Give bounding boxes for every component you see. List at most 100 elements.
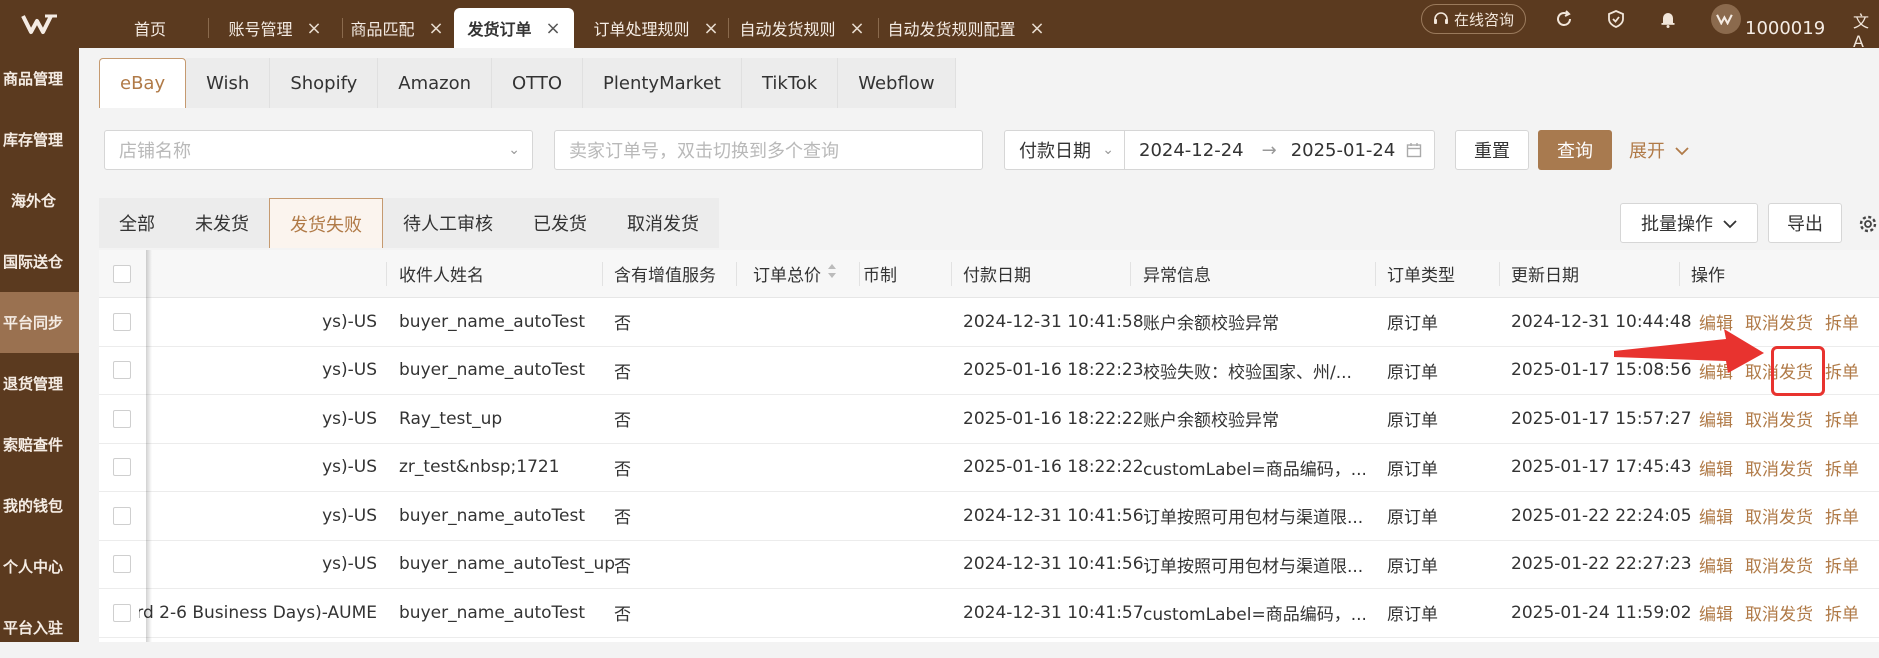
edit-button[interactable]: 编辑 xyxy=(1699,600,1733,625)
sidebar-item-products[interactable]: 商品管理 xyxy=(0,48,79,109)
split-order-button[interactable]: 拆单 xyxy=(1825,309,1859,334)
status-tab-ship-failed[interactable]: 发货失败 xyxy=(269,198,383,248)
batch-operations-dropdown[interactable]: 批量操作 xyxy=(1620,203,1758,243)
cancel-shipment-button[interactable]: 取消发货 xyxy=(1745,552,1813,577)
sidebar-item-label: 平台同步 xyxy=(3,314,64,332)
cancel-shipment-button[interactable]: 取消发货 xyxy=(1745,406,1813,431)
order-number-input[interactable]: 卖家订单号，双击切换到多个查询 xyxy=(554,130,983,170)
status-tab-all[interactable]: 全部 xyxy=(99,198,175,248)
tab-label: 订单处理规则 xyxy=(593,20,690,39)
split-order-button[interactable]: 拆单 xyxy=(1825,455,1859,480)
sidebar-item-intl-delivery[interactable]: 国际送仓 xyxy=(0,231,79,292)
row-checkbox[interactable] xyxy=(113,541,131,589)
sidebar-item-label: 商品管理 xyxy=(3,70,64,88)
tab-plentymarket[interactable]: PlentyMarket xyxy=(583,58,742,108)
tab-auto-ship-rules[interactable]: 自动发货规则 × xyxy=(728,8,876,48)
close-icon[interactable]: × xyxy=(545,18,560,39)
row-checkbox[interactable] xyxy=(113,492,131,540)
split-order-button[interactable]: 拆单 xyxy=(1825,406,1859,431)
select-all-checkbox[interactable] xyxy=(113,250,131,297)
tab-auto-ship-config[interactable]: 自动发货规则配置 × xyxy=(878,8,1054,48)
tab-amazon[interactable]: Amazon xyxy=(378,58,493,108)
tab-webflow[interactable]: Webflow xyxy=(838,58,956,108)
edit-button[interactable]: 编辑 xyxy=(1699,406,1733,431)
sidebar-item-inventory[interactable]: 库存管理 xyxy=(0,109,79,170)
split-order-button[interactable]: 拆单 xyxy=(1825,503,1859,528)
query-button[interactable]: 查询 xyxy=(1538,130,1612,170)
sidebar-item-platform-sync[interactable]: 平台同步 xyxy=(0,292,79,353)
edit-button[interactable]: 编辑 xyxy=(1699,503,1733,528)
sidebar-item-onboarding[interactable]: 平台入驻 xyxy=(0,597,79,658)
tab-ebay[interactable]: eBay xyxy=(99,58,187,108)
tab-home[interactable]: 首页 xyxy=(100,8,200,48)
sidebar-item-claims[interactable]: 索赔查件 xyxy=(0,414,79,475)
user-id[interactable]: 1000019 xyxy=(1745,18,1825,39)
status-tab-unshipped[interactable]: 未发货 xyxy=(175,198,269,248)
sidebar-item-label: 库存管理 xyxy=(3,131,64,149)
sidebar-item-wallet[interactable]: 我的钱包 xyxy=(0,475,79,536)
reset-button[interactable]: 重置 xyxy=(1455,130,1529,170)
top-bar: 首页 账号管理 × 商品匹配 × 发货订单 × 订单处理规则 × 自动发货规则 … xyxy=(0,0,1879,51)
close-icon[interactable]: × xyxy=(1029,18,1044,39)
value-added-cell: 否 xyxy=(614,605,631,626)
paid-date-cell: 2024-12-31 10:41:58 xyxy=(963,311,1144,332)
split-order-button[interactable]: 拆单 xyxy=(1825,358,1859,383)
row-checkbox[interactable] xyxy=(113,395,131,443)
export-button[interactable]: 导出 xyxy=(1768,203,1842,243)
cancel-shipment-button[interactable]: 取消发货 xyxy=(1745,600,1813,625)
tab-product-match[interactable]: 商品匹配 × xyxy=(342,8,452,48)
split-order-button[interactable]: 拆单 xyxy=(1825,552,1859,577)
tab-otto[interactable]: OTTO xyxy=(492,58,584,108)
tab-account[interactable]: 账号管理 × xyxy=(208,8,342,48)
status-tab-manual-review[interactable]: 待人工审核 xyxy=(383,198,513,248)
translate-icon[interactable]: 文A xyxy=(1853,8,1879,51)
row-checkbox[interactable] xyxy=(113,347,131,395)
close-icon[interactable]: × xyxy=(849,18,864,39)
date-range-picker[interactable]: 2024-12-24 → 2025-01-24 xyxy=(1124,130,1435,170)
tab-shipping-orders[interactable]: 发货订单 × xyxy=(454,8,574,48)
annotation-arrow xyxy=(1614,329,1764,373)
sidebar-item-overseas-warehouse[interactable]: 海外仓 xyxy=(0,170,79,231)
refresh-icon[interactable] xyxy=(1551,6,1577,32)
close-icon[interactable]: × xyxy=(703,18,718,39)
store-select[interactable]: 店铺名称 ⌄ xyxy=(104,130,533,170)
tab-shopify[interactable]: Shopify xyxy=(270,58,379,108)
sidebar-item-label: 平台入驻 xyxy=(3,619,64,637)
shield-icon[interactable] xyxy=(1603,6,1629,32)
close-icon[interactable]: × xyxy=(306,18,321,39)
row-checkbox[interactable] xyxy=(113,444,131,492)
updated-date-cell: 2025-01-24 11:59:02 xyxy=(1511,602,1692,623)
error-cell: customLabel=商品编码，... xyxy=(1143,459,1365,480)
col-order-total[interactable]: 订单总价 xyxy=(753,250,837,297)
date-type-select[interactable]: 付款日期 ⌄ xyxy=(1004,130,1125,170)
cancel-shipment-button[interactable]: 取消发货 xyxy=(1745,503,1813,528)
updated-date-cell: 2025-01-17 17:45:43 xyxy=(1511,457,1692,478)
table-row: ys)-US buyer_name_autoTest 否 2025-01-16 18:… xyxy=(99,346,1879,395)
row-checkbox[interactable] xyxy=(113,589,131,637)
expand-button[interactable]: 展开 xyxy=(1629,130,1729,170)
online-consult-button[interactable]: 在线咨询 xyxy=(1421,4,1526,34)
status-tabs: 全部 未发货 发货失败 待人工审核 已发货 取消发货 xyxy=(99,198,719,248)
sidebar-item-profile[interactable]: 个人中心 xyxy=(0,536,79,597)
tab-tiktok[interactable]: TikTok xyxy=(741,58,839,108)
split-order-button[interactable]: 拆单 xyxy=(1825,600,1859,625)
edit-button[interactable]: 编辑 xyxy=(1699,455,1733,480)
avatar[interactable] xyxy=(1711,4,1741,34)
settings-gear-icon[interactable] xyxy=(1858,214,1878,238)
status-tab-cancelled[interactable]: 取消发货 xyxy=(607,198,719,248)
actions-cell: 编辑 取消发货 拆单 xyxy=(1699,395,1871,443)
cancel-shipment-button[interactable]: 取消发货 xyxy=(1745,455,1813,480)
store-placeholder: 店铺名称 xyxy=(119,141,191,162)
error-cell: 校验失败：校验国家、州/... xyxy=(1143,362,1352,383)
sidebar-item-returns[interactable]: 退货管理 xyxy=(0,353,79,414)
edit-button[interactable]: 编辑 xyxy=(1699,552,1733,577)
tab-wish[interactable]: Wish xyxy=(186,58,271,108)
close-icon[interactable]: × xyxy=(428,18,443,39)
logo xyxy=(0,0,80,48)
platform-tabs: eBay Wish Shopify Amazon OTTO PlentyMark… xyxy=(99,58,956,108)
status-tab-shipped[interactable]: 已发货 xyxy=(513,198,607,248)
table-row: ys)-US buyer_name_autoTest 否 2024-12-31 10:… xyxy=(99,492,1879,541)
row-checkbox[interactable] xyxy=(113,298,131,346)
bell-icon[interactable] xyxy=(1655,6,1681,32)
tab-order-rules[interactable]: 订单处理规则 × xyxy=(584,8,728,48)
